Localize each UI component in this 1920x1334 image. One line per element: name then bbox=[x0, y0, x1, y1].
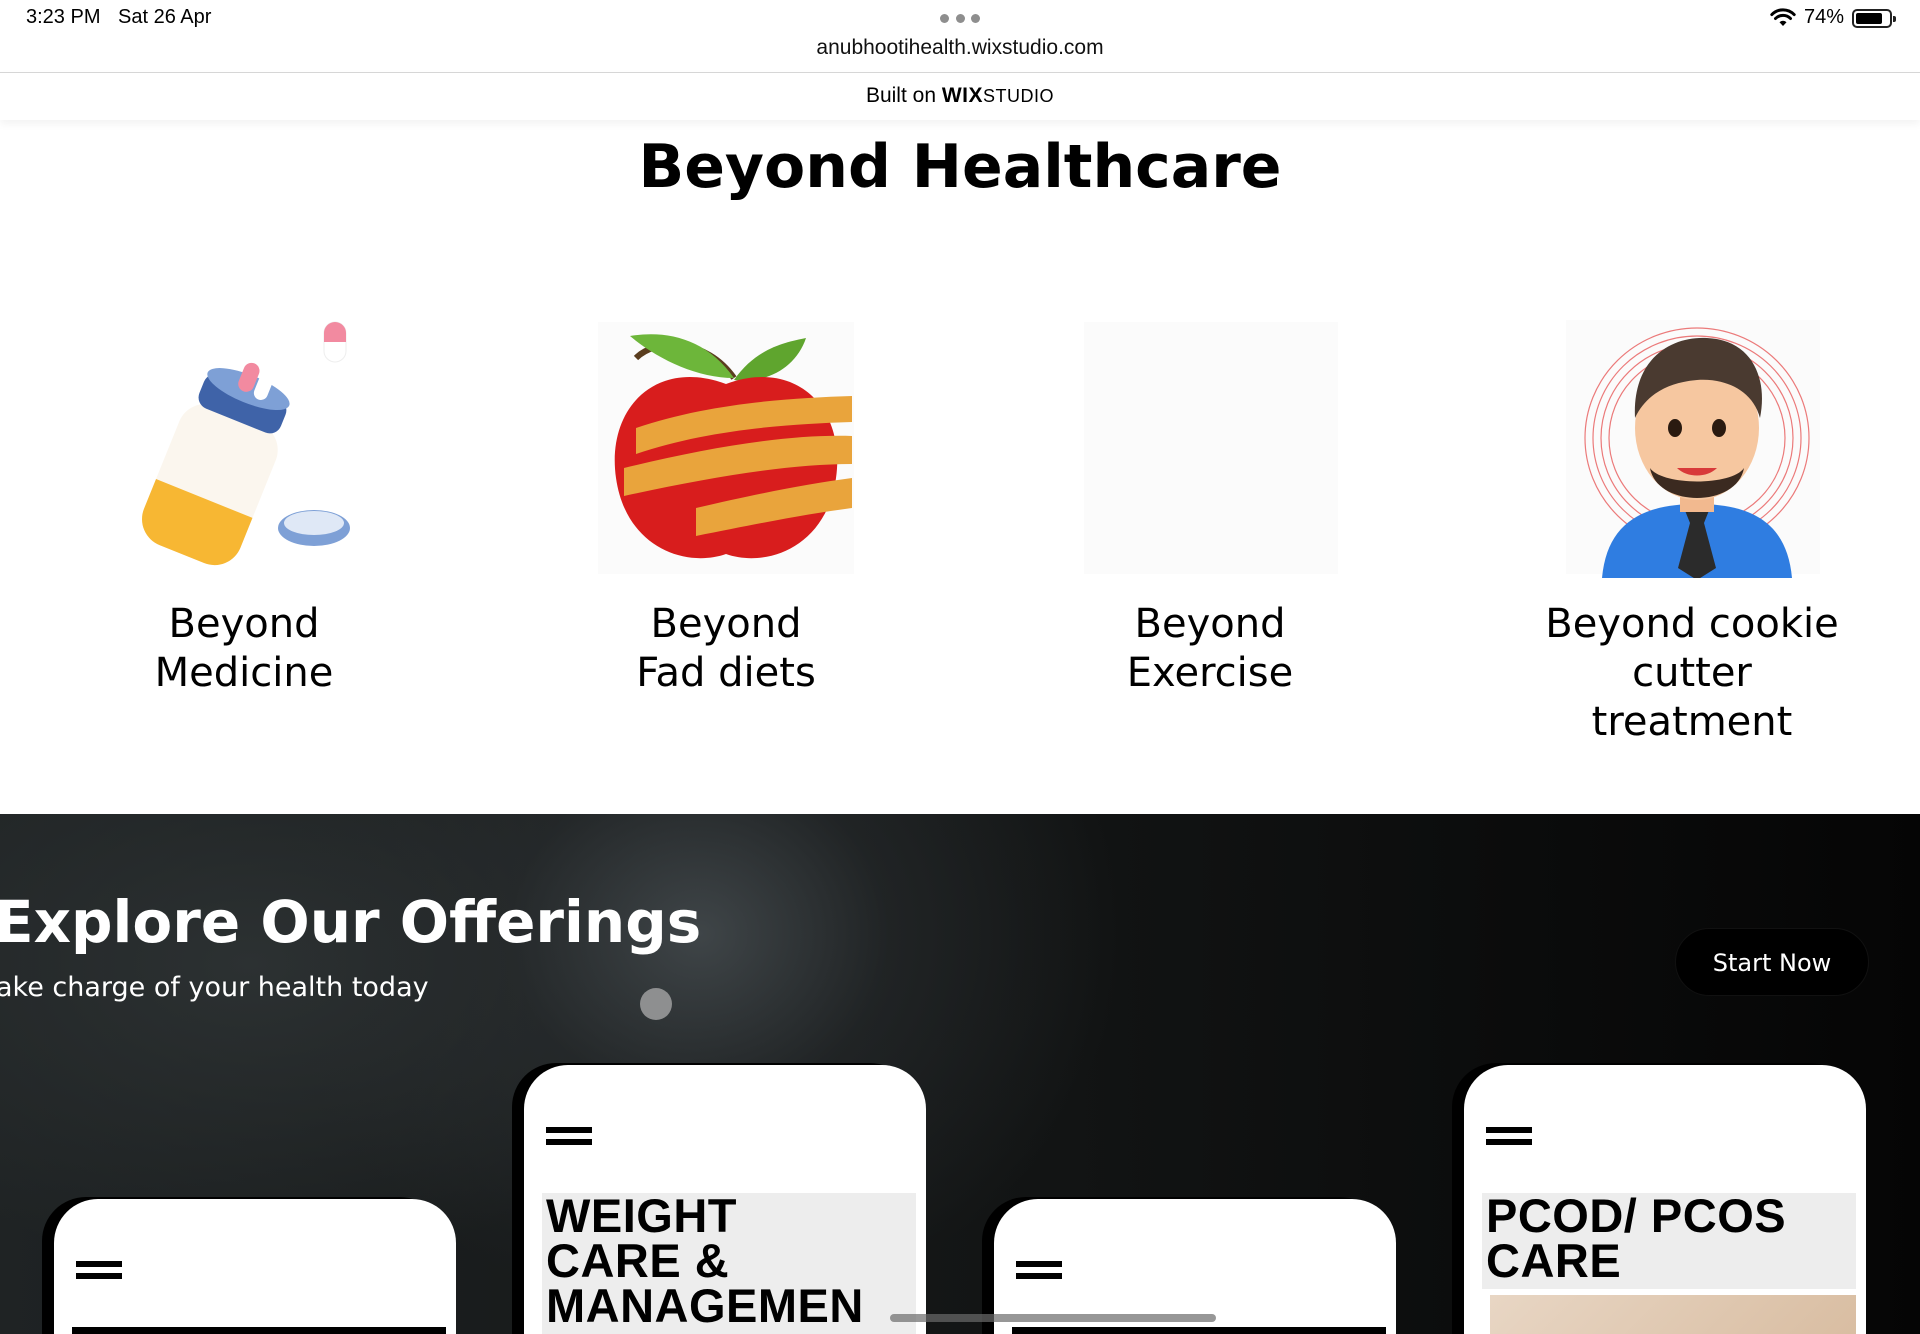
card-title-bar bbox=[72, 1327, 446, 1334]
menu-icon bbox=[546, 1127, 594, 1147]
offerings-section: Explore Our Offerings ake charge of your… bbox=[0, 814, 1920, 1334]
wifi-icon bbox=[1770, 8, 1796, 26]
offer-card-weight[interactable]: WEIGHT CARE & MANAGEMEN bbox=[524, 1065, 926, 1334]
touch-indicator bbox=[640, 988, 672, 1020]
offerings-title: Explore Our Offerings bbox=[0, 888, 702, 956]
start-now-button[interactable]: Start Now bbox=[1675, 928, 1869, 996]
card-title-bar bbox=[1012, 1327, 1386, 1334]
blank-image bbox=[1084, 322, 1338, 574]
beyond-card-label: Beyond Exercise bbox=[1126, 601, 1294, 696]
menu-icon bbox=[76, 1261, 124, 1281]
studio-logo-text: STUDIO bbox=[983, 86, 1055, 106]
more-dots-icon[interactable] bbox=[940, 14, 980, 24]
apple-measuring-tape-icon bbox=[598, 322, 854, 574]
built-on-label: Built on bbox=[865, 84, 936, 107]
offer-card-pcos[interactable]: PCOD/ PCOS CARE bbox=[1464, 1065, 1866, 1334]
beyond-card-label: Beyond cookie cutter treatment bbox=[1545, 601, 1839, 745]
offer-card-diabetes[interactable] bbox=[54, 1199, 456, 1334]
offer-card-photo bbox=[1490, 1295, 1856, 1334]
offer-card-title: PCOD/ PCOS CARE bbox=[1482, 1192, 1856, 1289]
built-on-wix-banner[interactable]: Built on WIXSTUDIO bbox=[0, 72, 1920, 120]
wix-logo-text: WIX bbox=[941, 84, 984, 107]
medicine-bottle-icon bbox=[142, 321, 350, 566]
section-title: Beyond Healthcare bbox=[638, 132, 1282, 202]
status-time: 3:23 PM bbox=[26, 6, 101, 28]
beyond-card-label: Beyond Fad diets bbox=[636, 601, 816, 696]
status-date: Sat 26 Apr bbox=[118, 6, 212, 28]
offer-card-title: WEIGHT CARE & MANAGEMEN bbox=[542, 1192, 916, 1334]
home-indicator[interactable] bbox=[890, 1314, 1216, 1322]
battery-icon bbox=[1852, 9, 1896, 28]
address-url[interactable]: anubhootihealth.wixstudio.com bbox=[0, 36, 1920, 60]
menu-icon bbox=[1486, 1127, 1534, 1147]
status-bar: 3:23 PM Sat 26 Apr anubhootihealth.wixst… bbox=[0, 0, 1920, 72]
offerings-subtitle: ake charge of your health today bbox=[0, 972, 429, 1003]
beyond-card-label: Beyond Medicine bbox=[154, 601, 334, 696]
battery-percentage: 74% bbox=[1804, 6, 1845, 28]
doctor-avatar-icon bbox=[1566, 320, 1820, 578]
menu-icon bbox=[1016, 1261, 1064, 1281]
